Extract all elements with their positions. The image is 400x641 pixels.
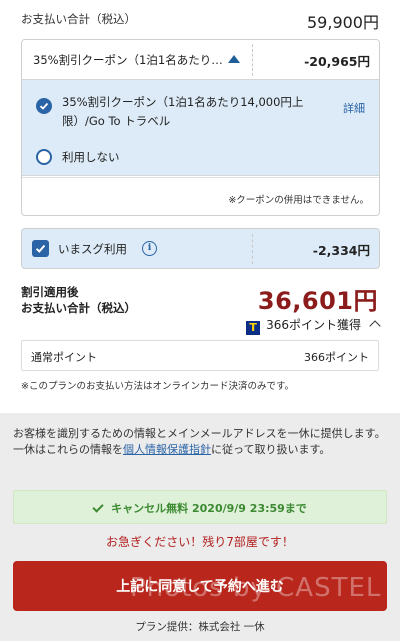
coupon-option-none-label: 利用しない — [62, 150, 120, 164]
total-value: 59,900円 — [307, 13, 379, 32]
plan-provider: プラン提供：株式会社 一休 — [135, 621, 265, 633]
imasugu-amount: -2,334円 — [312, 243, 370, 258]
watermark: Photos by CASTEL — [130, 573, 382, 603]
free-cancel-content: キャンセル無料 2020/9/9 23:59まで — [14, 500, 386, 516]
coupon-dropdown-header[interactable]: 35%割引クーポン（1泊1名あたり… -20,965円 — [22, 40, 379, 80]
points-toggle[interactable]: T 366ポイント獲得 — [246, 316, 381, 335]
total-row: お支払い合計（税込） 59,900円 — [21, 9, 379, 32]
coupon-selector: 35%割引クーポン（1泊1名あたり… -20,965円 35%割引クーポン（1泊… — [21, 39, 380, 216]
check-icon — [92, 501, 104, 513]
free-cancel-text: キャンセル無料 2020/9/9 23:59まで — [111, 502, 307, 515]
points-earned-text: 366ポイント獲得 — [266, 318, 361, 332]
rooms-left-notice: お急ぎください！残り7部屋です！ — [106, 535, 294, 549]
coupon-header-label: 35%割引クーポン（1泊1名あたり… — [33, 53, 223, 67]
coupon-option-text: 35%割引クーポン（1泊1名あたり14,000円上限）/Go To トラベル — [62, 95, 304, 128]
divider — [252, 44, 253, 76]
coupon-detail-link[interactable]: 詳細 — [343, 100, 365, 116]
imasugu-label: いまスグ利用 — [58, 242, 127, 256]
caret-up-icon[interactable] — [228, 55, 240, 63]
radio-checked-icon[interactable] — [36, 98, 52, 114]
privacy-text-after: に従って取り扱います。 — [211, 443, 331, 456]
after-discount-label-line1: 割引適用後 — [21, 285, 79, 299]
after-discount-amount: 36,601円 — [257, 287, 378, 315]
total-label: お支払い合計（税込） — [21, 12, 136, 26]
coupon-option-none[interactable]: 利用しない — [22, 136, 379, 178]
info-icon[interactable]: i — [142, 241, 157, 256]
privacy-notice: お客様を識別するための情報とメインメールアドレスを一休に提供します。一休はこれら… — [13, 426, 389, 458]
coupon-discount-amount: -20,965円 — [304, 54, 370, 69]
normal-points-label: 通常ポイント — [31, 351, 97, 364]
t-point-icon: T — [246, 321, 261, 335]
divider — [252, 234, 253, 264]
payment-note: ※このプランのお支払い方法はオンラインカード決済のみです。 — [21, 381, 295, 392]
privacy-policy-link[interactable]: 個人情報保護指針 — [123, 443, 211, 456]
coupon-note: ※クーポンの併用はできません。 — [228, 195, 369, 206]
imasugu-checkbox[interactable] — [32, 240, 49, 257]
imasugu-row[interactable]: いまスグ利用 i -2,334円 — [21, 228, 380, 269]
after-discount-label-line2: お支払い合計（税込） — [21, 301, 136, 315]
after-discount-label: 割引適用後 お支払い合計（税込） — [21, 284, 136, 316]
normal-points-value: 366ポイント — [304, 351, 369, 364]
normal-points-row: 通常ポイント 366ポイント — [21, 340, 379, 371]
chevron-up-icon[interactable] — [369, 320, 381, 332]
radio-empty-icon[interactable] — [36, 149, 52, 165]
booking-summary-card: お支払い合計（税込） 59,900円 35%割引クーポン（1泊1名あたり… -2… — [0, 0, 400, 413]
free-cancel-banner: キャンセル無料 2020/9/9 23:59まで — [13, 490, 387, 524]
